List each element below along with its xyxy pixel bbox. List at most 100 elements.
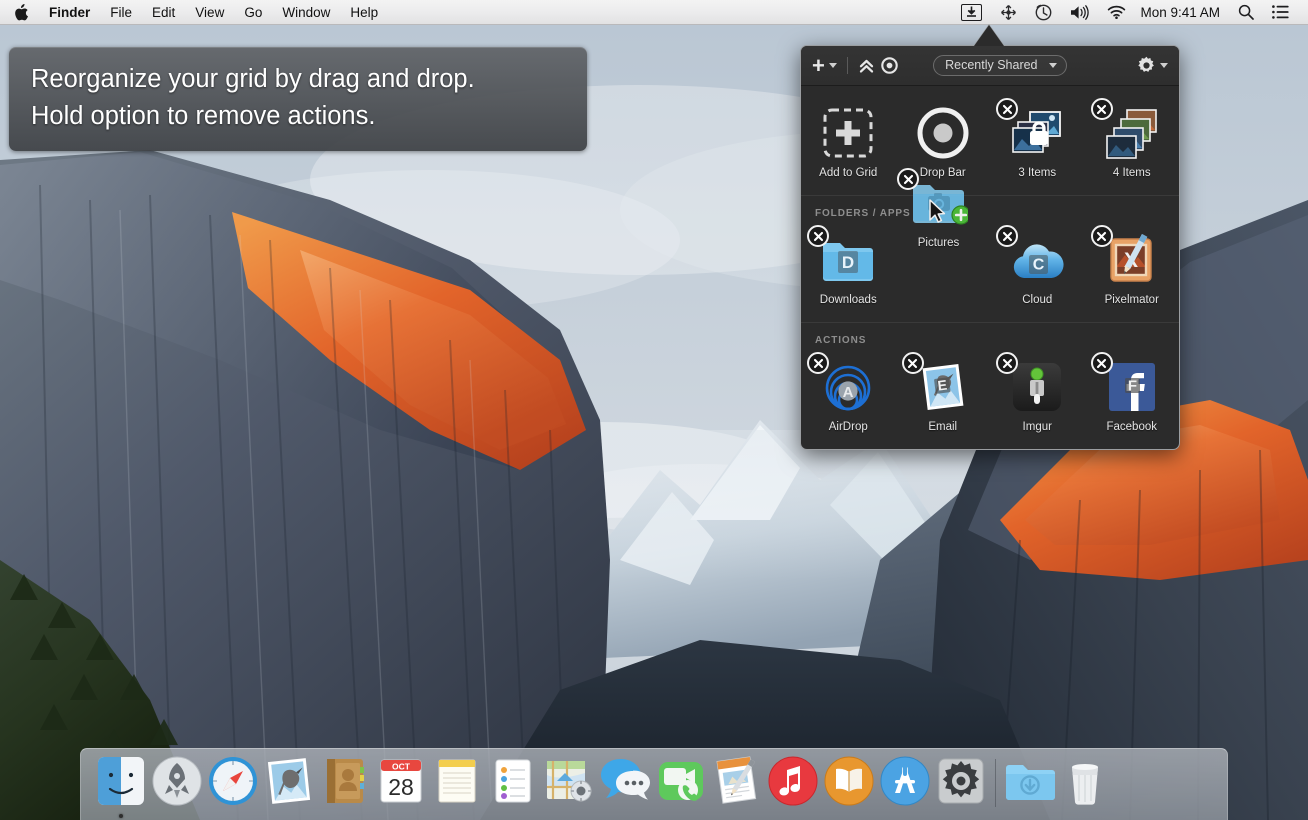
chevron-down-icon xyxy=(1159,63,1168,68)
gear-icon xyxy=(1138,56,1154,72)
section-title-folders: FOLDERS / APPS xyxy=(815,208,911,219)
grid-item-label: 3 Items xyxy=(1018,167,1057,179)
grid-item-label: Facebook xyxy=(1106,421,1157,433)
grid-item-imgur[interactable]: Imgur xyxy=(990,352,1085,441)
drop-target-button[interactable] xyxy=(881,57,898,74)
notes-icon xyxy=(438,759,476,803)
dock-item-ibooks[interactable] xyxy=(821,755,877,820)
filter-dropdown[interactable]: Recently Shared xyxy=(933,55,1067,76)
remove-icon[interactable] xyxy=(1090,225,1113,247)
toolbar-divider xyxy=(846,57,848,74)
remove-icon[interactable] xyxy=(1090,352,1113,374)
remove-icon[interactable] xyxy=(996,98,1018,120)
calendar-icon: OCT 28 xyxy=(380,759,422,803)
menu-item-window[interactable]: Window xyxy=(272,0,340,25)
dock-item-mail[interactable] xyxy=(261,755,317,820)
grid-row-actions: A AirDrop E Email Imgur F Facebook xyxy=(801,352,1179,441)
remove-icon[interactable] xyxy=(996,352,1018,374)
record-circle-icon xyxy=(881,57,898,74)
menu-item-edit[interactable]: Edit xyxy=(142,0,185,25)
popover-section-items: Add to Grid Drop Bar 3 Items 4 Items xyxy=(801,86,1179,195)
dropzone-download-glyph xyxy=(961,3,983,21)
grid-item-downloads[interactable]: D Downloads xyxy=(801,225,896,314)
grid-item-label: Imgur xyxy=(1022,421,1052,433)
dock-item-trash[interactable] xyxy=(1057,755,1113,820)
grid-item-add-to-grid[interactable]: Add to Grid xyxy=(801,98,896,187)
notification-center-icon[interactable] xyxy=(1263,0,1298,25)
remove-icon[interactable] xyxy=(901,352,924,374)
double-chevron-up-icon xyxy=(859,59,874,73)
reminders-icon xyxy=(495,759,531,803)
dock-item-launchpad[interactable] xyxy=(149,755,205,820)
svg-text:28: 28 xyxy=(388,774,414,800)
dock-item-contacts[interactable] xyxy=(317,755,373,820)
caption-line-1: Reorganize your grid by drag and drop. xyxy=(31,65,475,93)
spotlight-search-icon[interactable] xyxy=(1229,0,1263,25)
remove-icon[interactable] xyxy=(996,225,1018,247)
remove-icon[interactable] xyxy=(897,168,919,190)
drag-move-icon[interactable] xyxy=(991,0,1026,25)
time-machine-icon[interactable] xyxy=(1026,0,1061,25)
remove-icon[interactable] xyxy=(1090,98,1113,120)
grid-item-label: Email xyxy=(928,421,958,433)
grid-item-facebook[interactable]: F Facebook xyxy=(1085,352,1180,441)
popover-toolbar: + Recently Shared xyxy=(801,46,1179,86)
dock-item-maps[interactable] xyxy=(541,755,597,820)
grid-item-4-items[interactable]: 4 Items xyxy=(1085,98,1180,187)
menu-item-file[interactable]: File xyxy=(100,0,142,25)
settings-button[interactable] xyxy=(1137,56,1168,75)
filter-dropdown-label: Recently Shared xyxy=(945,58,1038,72)
remove-icon[interactable] xyxy=(807,352,829,374)
grid-item-airdrop[interactable]: A AirDrop xyxy=(801,352,896,441)
grid-item-label: Add to Grid xyxy=(819,167,878,179)
dock-item-finder[interactable] xyxy=(93,755,149,820)
downloads-stack-icon xyxy=(1006,765,1055,800)
grid-item-3-items[interactable]: 3 Items xyxy=(990,98,1085,187)
add-to-grid-icon xyxy=(819,104,877,162)
grid-item-email[interactable]: E Email xyxy=(896,352,991,441)
menu-bar-clock[interactable]: Mon 9:41 AM xyxy=(1135,0,1229,25)
grid-item-pixelmator[interactable]: X Pixelmator xyxy=(1085,225,1180,314)
dock-item-reminders[interactable] xyxy=(485,755,541,820)
dock-item-facetime[interactable] xyxy=(653,755,709,820)
contacts-icon xyxy=(327,759,364,803)
grid-row-folders: D Downloads C Cloud Pixelmator xyxy=(801,225,1179,314)
dock-item-messages[interactable] xyxy=(597,755,653,820)
menu-item-finder[interactable]: Finder xyxy=(39,0,100,25)
dragged-item-pictures[interactable]: Pictures xyxy=(891,168,986,257)
svg-text:E: E xyxy=(936,377,947,394)
popover-arrow xyxy=(974,25,1004,46)
dock-item-itunes[interactable] xyxy=(765,755,821,820)
safari-icon xyxy=(209,757,257,805)
dock-item-pages[interactable] xyxy=(709,755,765,820)
grid-item-label: Cloud xyxy=(1022,294,1053,306)
menu-item-go[interactable]: Go xyxy=(234,0,272,25)
dock-item-appstore[interactable] xyxy=(877,755,933,820)
messages-icon xyxy=(601,759,650,800)
remove-icon[interactable] xyxy=(807,225,829,247)
menu-bar: Finder File Edit View Go Window Help Mon… xyxy=(0,0,1308,25)
menu-item-help[interactable]: Help xyxy=(340,0,388,25)
dropzone-download-icon[interactable] xyxy=(952,0,991,25)
running-indicator xyxy=(119,814,123,818)
dock-item-downloads-stack[interactable] xyxy=(1001,755,1057,820)
apple-logo-icon[interactable] xyxy=(8,0,39,25)
dock-item-notes[interactable] xyxy=(429,755,485,820)
dock-item-system-preferences[interactable] xyxy=(933,755,989,820)
dropzone-popover-panel: + Recently Shared Add to Grid Drop Bar 3… xyxy=(800,45,1180,450)
svg-text:C: C xyxy=(1033,257,1045,274)
volume-icon[interactable] xyxy=(1061,0,1098,25)
menu-item-view[interactable]: View xyxy=(185,0,234,25)
grid-item-cloud[interactable]: C Cloud xyxy=(990,225,1085,314)
plus-icon: + xyxy=(812,52,825,78)
wifi-icon[interactable] xyxy=(1098,0,1135,25)
dock-item-safari[interactable] xyxy=(205,755,261,820)
finder-icon xyxy=(98,757,144,805)
mail-icon xyxy=(267,758,311,804)
dock-item-calendar[interactable]: OCT 28 xyxy=(373,755,429,820)
ibooks-icon xyxy=(824,756,874,806)
collapse-button[interactable] xyxy=(858,58,875,74)
system-preferences-icon xyxy=(938,758,984,804)
add-button[interactable]: + xyxy=(812,52,837,78)
launchpad-icon xyxy=(152,756,202,806)
